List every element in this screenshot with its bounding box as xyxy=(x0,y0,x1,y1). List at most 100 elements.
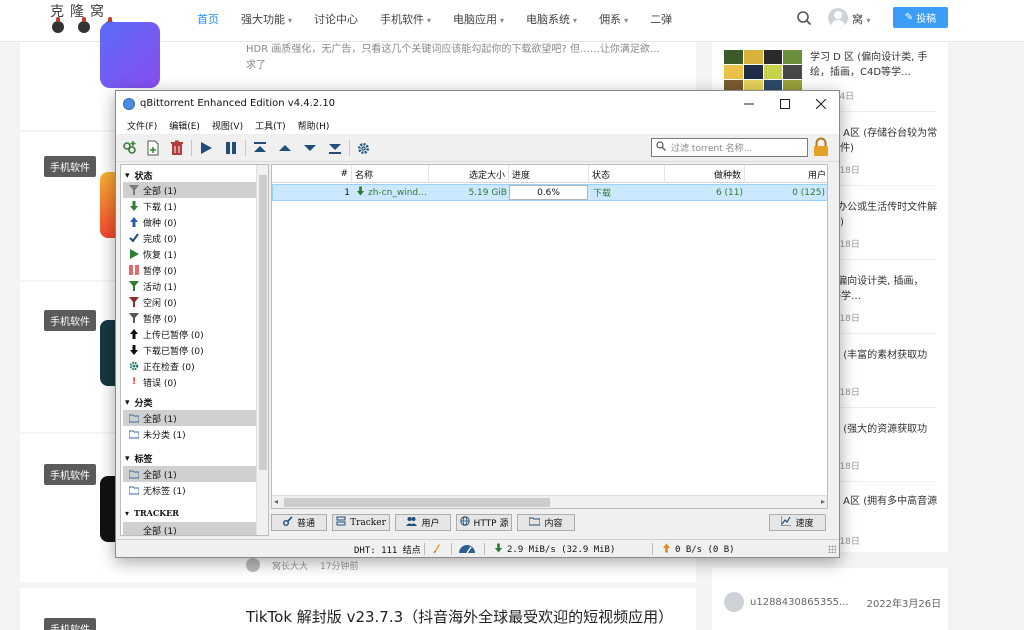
column-header-peers[interactable]: 用户 xyxy=(745,165,827,183)
user-name[interactable]: 窝 ▾ xyxy=(852,11,871,27)
window-title-bar[interactable]: qBittorrent Enhanced Edition v4.4.2.10 xyxy=(116,91,839,117)
tab-http-sources[interactable]: HTTP 源 xyxy=(456,514,512,531)
status-filter-downloading[interactable]: 下载 (1) xyxy=(123,198,256,214)
status-filter-completed[interactable]: 完成 (0) xyxy=(123,230,256,246)
post-author[interactable]: 窝长大大 xyxy=(272,559,308,572)
tag-section-header[interactable]: ▾ 标签 xyxy=(125,452,153,466)
lock-icon[interactable] xyxy=(812,137,830,157)
status-filter-stalled[interactable]: 暂停 (0) xyxy=(123,310,256,326)
menu-edit[interactable]: 编辑(E) xyxy=(163,119,206,132)
server-icon xyxy=(336,516,346,529)
category-tag[interactable]: 手机软件 xyxy=(44,464,96,485)
status-filter-paused[interactable]: 暂停 (0) xyxy=(123,262,256,278)
category-tag[interactable]: 手机软件 xyxy=(44,310,96,331)
status-filter-stalled-upload[interactable]: 上传已暂停 (0) xyxy=(123,326,256,342)
tab-tracker[interactable]: Tracker xyxy=(332,514,390,531)
status-filter-inactive[interactable]: 空闲 (0) xyxy=(123,294,256,310)
menu-view[interactable]: 视图(V) xyxy=(206,119,249,132)
column-header-progress[interactable]: 进度 xyxy=(509,165,589,183)
pause-icon[interactable] xyxy=(222,139,240,157)
options-gear-icon[interactable] xyxy=(354,139,372,157)
menu-file[interactable]: 文件(F) xyxy=(121,119,163,132)
torrent-status: 下载 xyxy=(593,189,612,199)
move-down-icon[interactable] xyxy=(301,139,319,157)
scroll-right-icon[interactable]: ▸ xyxy=(821,497,825,506)
comment-item[interactable]: u1288430865355... 2022年3月26日 xyxy=(724,592,941,612)
tracker-section-header[interactable]: ▾ TRACKER xyxy=(125,508,179,518)
column-header-size[interactable]: 选定大小 xyxy=(429,165,509,183)
menu-tools[interactable]: 工具(T) xyxy=(249,119,292,132)
column-header-num[interactable]: # xyxy=(272,165,352,183)
download-speed[interactable]: 2.9 MiB/s (32.9 MiB) xyxy=(494,543,615,556)
status-filter-seeding[interactable]: 做种 (0) xyxy=(123,214,256,230)
category-filter-uncategorized[interactable]: 未分类 (1) xyxy=(123,426,256,442)
delete-icon[interactable] xyxy=(168,139,186,157)
status-filter-resumed[interactable]: 恢复 (1) xyxy=(123,246,256,262)
maximize-button[interactable] xyxy=(767,91,803,117)
properties-tabs: 普通 Tracker 用户 HTTP 源 内容 速度 xyxy=(271,512,828,534)
resume-icon[interactable] xyxy=(197,139,215,157)
upload-speed[interactable]: 0 B/s (0 B) xyxy=(662,543,735,556)
nav-item-commission[interactable]: 佣系 ▾ xyxy=(588,11,639,27)
column-header-seeds[interactable]: 做种数 xyxy=(665,165,745,183)
chevron-down-icon: ▾ xyxy=(866,16,871,25)
status-filter-active[interactable]: 活动 (1) xyxy=(123,278,256,294)
alt-speed-limit-icon[interactable] xyxy=(458,543,476,554)
status-filter-errored[interactable]: ! 错误 (0) xyxy=(123,374,256,390)
nav-item-pc-systems[interactable]: 电脑系统 ▾ xyxy=(515,11,588,27)
resize-grip[interactable] xyxy=(828,545,836,553)
post-button[interactable]: ✎ 投稿 xyxy=(893,7,948,28)
nav-item-features[interactable]: 强大功能 ▾ xyxy=(230,11,303,27)
close-button[interactable] xyxy=(803,91,839,117)
comment-date: 2022年3月26日 xyxy=(866,598,942,610)
nav-item-mobile[interactable]: 手机软件 ▾ xyxy=(369,11,442,27)
stalled-filter-icon xyxy=(129,313,139,323)
minimize-button[interactable] xyxy=(731,91,767,117)
nav-item-forum[interactable]: 讨论中心 xyxy=(303,11,369,27)
torrent-filter-input[interactable]: 过滤 torrent 名称... xyxy=(651,138,808,157)
status-filter-stalled-download[interactable]: 下载已暂停 (0) xyxy=(123,342,256,358)
tracker-filter-all[interactable]: 全部 (1) xyxy=(123,522,256,535)
commenter-name[interactable]: u1288430865355... xyxy=(750,597,849,608)
chevron-down-icon: ▾ xyxy=(125,453,130,464)
pause-icon xyxy=(129,265,139,275)
category-tag[interactable]: 手机软件 xyxy=(44,618,96,630)
post-description-tail: 求了 xyxy=(246,60,266,71)
user-avatar[interactable] xyxy=(828,8,848,28)
column-header-name[interactable]: 名称 xyxy=(352,165,429,183)
tab-content[interactable]: 内容 xyxy=(517,514,575,531)
column-header-status[interactable]: 状态 xyxy=(589,165,665,183)
post-title[interactable]: TikTok 解封版 v23.7.3（抖音海外全球最受欢迎的短视频应用） xyxy=(246,606,673,627)
move-up-icon[interactable] xyxy=(276,139,294,157)
tag-filter-all[interactable]: 全部 (1) xyxy=(123,466,256,482)
tab-peers[interactable]: 用户 xyxy=(395,514,451,531)
tab-general[interactable]: 普通 xyxy=(271,514,327,531)
status-section-header[interactable]: ▾ 状态 xyxy=(125,169,153,183)
category-section-header[interactable]: ▾ 分类 xyxy=(125,396,153,410)
connection-status-icon[interactable] xyxy=(432,543,442,554)
post-thumbnail[interactable] xyxy=(100,22,160,88)
sidebar-scrollbar[interactable] xyxy=(256,165,268,535)
status-filter-all[interactable]: 全部 (1) xyxy=(123,182,256,198)
tab-speed[interactable]: 速度 xyxy=(769,514,826,531)
move-top-icon[interactable] xyxy=(251,139,269,157)
nav-item-pc-apps[interactable]: 电脑应用 ▾ xyxy=(442,11,515,27)
hscrollbar-thumb[interactable] xyxy=(284,498,550,507)
menu-help[interactable]: 帮助(H) xyxy=(292,119,336,132)
nav-item-home[interactable]: 首页 xyxy=(186,11,230,27)
transfer-list-hscrollbar[interactable]: ◂ ▸ xyxy=(272,495,827,508)
add-torrent-link-icon[interactable] xyxy=(121,139,139,157)
category-filter-all[interactable]: 全部 (1) xyxy=(123,410,256,426)
nav-item-second[interactable]: 二弹 xyxy=(639,11,683,27)
status-filter-checking[interactable]: 正在检查 (0) xyxy=(123,358,256,374)
move-bottom-icon[interactable] xyxy=(326,139,344,157)
torrent-row[interactable]: 1 zh-cn_wind… 5.19 GiB 0.6% 下载 6 (11) 0 … xyxy=(272,184,827,201)
edit-icon: ✎ xyxy=(904,12,914,23)
category-tag[interactable]: 手机软件 xyxy=(44,156,96,177)
sidebar-scrollbar-thumb[interactable] xyxy=(259,175,267,470)
post-card[interactable]: 手机软件 TikTok 解封版 v23.7.3（抖音海外全球最受欢迎的短视频应用… xyxy=(20,588,696,630)
add-torrent-file-icon[interactable] xyxy=(144,139,162,157)
search-icon[interactable] xyxy=(796,10,812,26)
scroll-left-icon[interactable]: ◂ xyxy=(274,497,278,506)
tag-filter-untagged[interactable]: 无标签 (1) xyxy=(123,482,256,498)
